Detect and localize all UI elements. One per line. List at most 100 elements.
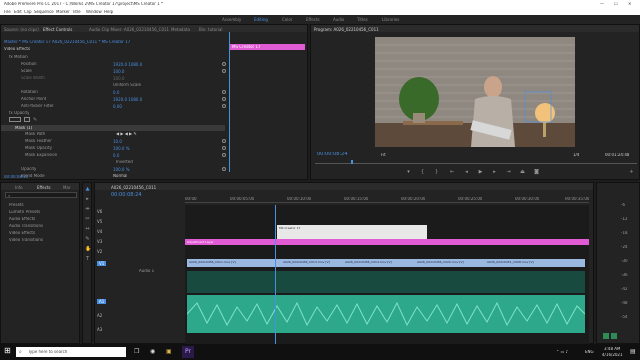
add-button-icon[interactable]: + — [629, 170, 634, 175]
step-back-icon[interactable]: ◂ — [464, 170, 469, 175]
maximize-button[interactable]: ☐ — [614, 2, 618, 6]
menu-window[interactable]: Window — [86, 10, 102, 14]
slip-tool-icon[interactable]: ↔ — [85, 227, 90, 232]
video-frame[interactable] — [375, 37, 575, 147]
camera-icon[interactable]: ◙ — [534, 170, 539, 175]
track-a3[interactable]: A3 — [97, 327, 102, 332]
fit-select[interactable]: Fit — [381, 153, 386, 157]
go-to-out-icon[interactable]: ⇥ — [506, 170, 511, 175]
blend-mode-select[interactable]: Normal — [113, 174, 127, 178]
effects-folder-video-effects[interactable]: Video Effects — [9, 231, 35, 235]
clock-time[interactable]: 3:48 AM — [604, 347, 620, 351]
clip-v1-1[interactable]: A026_02210456_C011.mov [V] — [187, 259, 281, 267]
rectangle-mask-icon[interactable] — [24, 117, 30, 122]
clip-v1-3[interactable]: A026_02210456_C014.mov [V] — [343, 259, 415, 267]
resolution-select[interactable]: 1/4 — [573, 153, 579, 157]
menu-help[interactable]: Help — [104, 10, 113, 14]
workspace-audio[interactable]: Audio — [333, 17, 344, 22]
menu-file[interactable]: File — [4, 10, 11, 14]
out-point-icon[interactable]: } — [434, 170, 439, 175]
reset-icon[interactable] — [222, 146, 226, 150]
effects-folder-audio-transitions[interactable]: Audio Transitions — [9, 224, 43, 228]
pen-tool-icon[interactable]: ✎ — [85, 237, 90, 242]
razor-tool-icon[interactable]: ✂ — [85, 217, 90, 222]
menu-marker[interactable]: Marker — [56, 10, 70, 14]
track-select-icon[interactable]: ▸ — [85, 197, 90, 202]
track-v3[interactable]: V3 — [97, 239, 102, 244]
effects-folder-video-transitions[interactable]: Video Transitions — [9, 238, 43, 242]
track-a2[interactable]: A2 — [97, 313, 102, 318]
tab-bin[interactable]: Bin: tutorial — [199, 27, 222, 32]
step-forward-icon[interactable]: ▸ — [492, 170, 497, 175]
go-to-in-icon[interactable]: ⇤ — [450, 170, 455, 175]
track-v5[interactable]: V5 — [97, 219, 102, 224]
effects-folder-lumetri[interactable]: Lumetri Presets — [9, 210, 40, 214]
premiere-pro-icon[interactable]: Pr — [182, 346, 194, 358]
mask-feather-value[interactable]: 10.0 — [113, 139, 122, 144]
workspace-effects[interactable]: Effects — [306, 17, 320, 22]
track-v4[interactable]: V4 — [97, 229, 102, 234]
reset-icon[interactable] — [222, 104, 226, 108]
ripple-edit-icon[interactable]: ⇹ — [85, 207, 90, 212]
effect-controls-timecode[interactable]: 00:00:08:24 — [4, 175, 28, 179]
reset-icon[interactable] — [222, 153, 226, 157]
windows-start-icon[interactable]: ⊞ — [4, 347, 12, 355]
tab-audio-clip-mixer[interactable]: Audio Clip Mixer: A026_02210456_C011 — [89, 27, 169, 32]
anchor-point-value[interactable]: 1920.0 1080.0 — [113, 97, 142, 102]
program-playhead[interactable] — [351, 160, 353, 164]
reset-icon[interactable] — [222, 167, 226, 171]
reset-icon[interactable] — [222, 62, 226, 66]
hand-tool-icon[interactable]: ✋ — [85, 247, 91, 252]
file-explorer-icon[interactable]: ▣ — [166, 348, 172, 355]
marker-icon[interactable]: ▾ — [406, 170, 411, 175]
menu-title[interactable]: Title — [72, 10, 81, 14]
uniform-scale-checkbox[interactable]: Uniform Scale — [113, 83, 141, 87]
tab-info[interactable]: Info — [15, 185, 23, 190]
taskbar-search-box[interactable]: ⌕ Type here to search — [16, 347, 126, 357]
tab-effects[interactable]: Effects — [37, 185, 51, 190]
play-icon[interactable]: ▶ — [478, 170, 483, 175]
clip-v1-2[interactable]: A026_02210456_C013.mov [V] — [281, 259, 343, 267]
selection-tool-icon[interactable]: ▲ — [85, 187, 90, 192]
tray-icons[interactable]: ⌃ ▭ ♪ — [556, 350, 568, 354]
in-point-icon[interactable]: { — [420, 170, 425, 175]
clip-v1-4[interactable]: A026_02210456_C020.mov [V] — [415, 259, 485, 267]
scale-value[interactable]: 100.0 — [113, 69, 124, 74]
edge-icon[interactable]: ◉ — [150, 348, 155, 355]
mask-opacity-value[interactable]: 100.0 % — [113, 146, 130, 151]
audio-clip-a1-bg[interactable] — [187, 271, 585, 293]
clip-adjustment-layer[interactable]: Adjustment Layer — [185, 239, 589, 245]
program-timecode[interactable]: 00:00:08:24 — [317, 152, 348, 157]
inverted-checkbox[interactable]: Inverted — [116, 160, 133, 164]
mask-expansion-value[interactable]: 0.0 — [113, 153, 119, 158]
mini-timeline-clip[interactable]: MS Creator 17 — [230, 44, 305, 50]
mask-path-controls[interactable]: ◀ ▶ ◀ ▶ ✎ — [116, 132, 137, 136]
tab-source[interactable]: Source: (no clips) — [4, 27, 39, 32]
minimize-button[interactable]: — — [600, 2, 604, 6]
track-v6[interactable]: V6 — [97, 209, 102, 214]
effects-folder-audio-effects[interactable]: Audio Effects — [9, 217, 35, 221]
clip-v4-title[interactable]: MS Creator 17 — [277, 225, 427, 239]
notifications-icon[interactable]: ▤ — [630, 348, 636, 355]
effects-search-input[interactable]: ⌕ — [5, 192, 77, 198]
track-area[interactable]: MS Creator 17 Adjustment Layer A026_0221… — [185, 205, 589, 345]
workspace-titles[interactable]: Titles — [357, 17, 368, 22]
program-scrub-bar[interactable] — [315, 160, 637, 164]
reset-icon[interactable] — [222, 69, 226, 73]
close-button[interactable]: ✕ — [628, 2, 631, 6]
timeline-ruler[interactable]: 00:00 00:00:05:00 00:00:10:00 00:00:15:0… — [185, 193, 589, 203]
reset-icon[interactable] — [222, 139, 226, 143]
language-indicator[interactable]: ENG — [585, 350, 594, 354]
ellipse-mask-icon[interactable] — [9, 117, 21, 122]
pen-mask-icon[interactable]: ✎ — [33, 117, 39, 123]
tab-markers[interactable]: Mar — [63, 185, 71, 190]
workspace-color[interactable]: Color — [282, 17, 292, 22]
menu-clip[interactable]: Clip — [24, 10, 32, 14]
anti-flicker-value[interactable]: 0.00 — [113, 104, 122, 109]
lift-icon[interactable]: ⏏ — [520, 170, 525, 175]
tab-metadata[interactable]: Metadata — [171, 27, 190, 32]
timeline-playhead[interactable] — [275, 205, 276, 345]
timeline-timecode[interactable]: 00:00:08:24 — [111, 193, 142, 198]
rotation-value[interactable]: 0.0 — [113, 90, 119, 95]
audio-clip-a2[interactable] — [186, 295, 586, 333]
